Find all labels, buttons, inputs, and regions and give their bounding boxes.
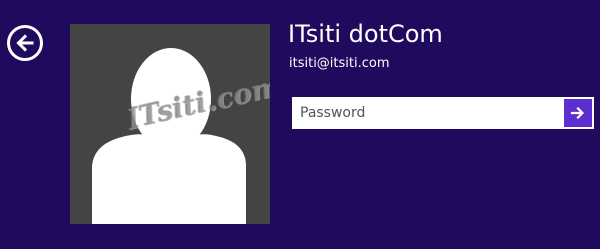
password-box (290, 97, 594, 129)
avatar: ITsiti.com (70, 24, 270, 224)
user-name: ITsiti dotCom (288, 20, 443, 48)
user-email: itsiti@itsiti.com (289, 56, 390, 71)
submit-button[interactable] (564, 99, 592, 127)
arrow-right-icon (570, 106, 585, 120)
password-input[interactable] (290, 97, 564, 129)
back-arrow-icon (16, 34, 34, 52)
back-button[interactable] (7, 25, 43, 61)
